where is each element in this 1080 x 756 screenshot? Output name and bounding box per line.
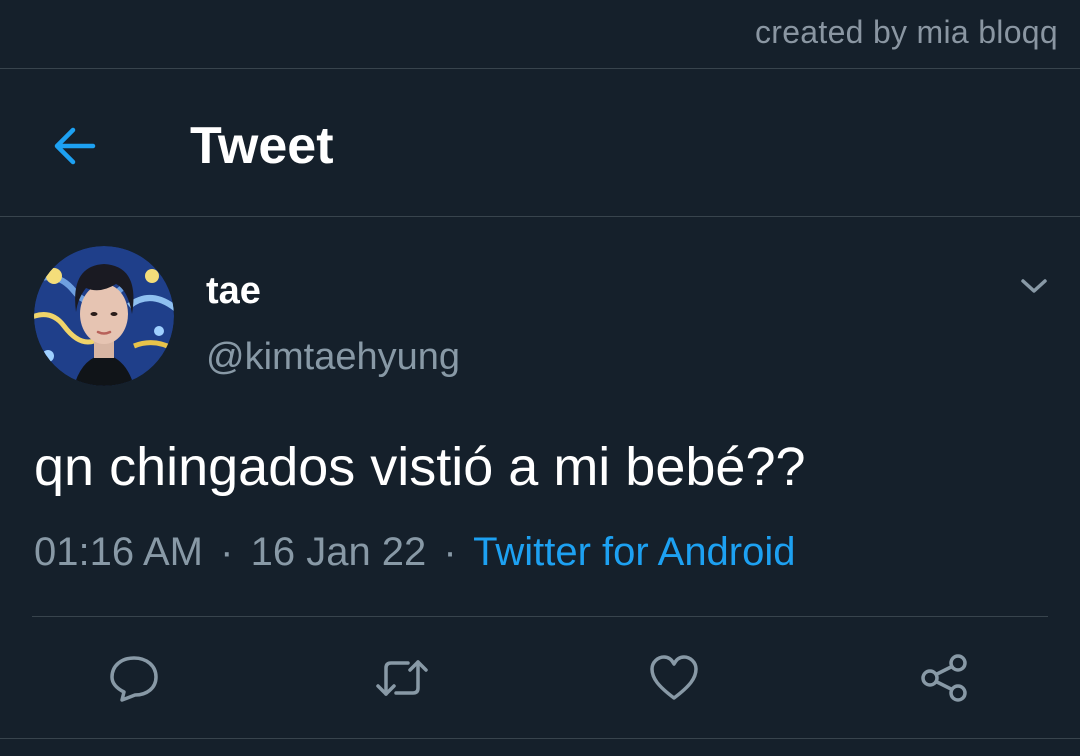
tweet-text: qn chingados vistió a mi bebé?? bbox=[34, 437, 806, 497]
avatar[interactable] bbox=[34, 246, 174, 386]
heart-icon bbox=[650, 655, 698, 700]
header-divider bbox=[0, 216, 1080, 217]
page-title: Tweet bbox=[190, 117, 334, 175]
tweet-time: 01:16 AM bbox=[34, 530, 204, 574]
author-handle[interactable]: @kimtaehyung bbox=[206, 336, 460, 379]
avatar-image bbox=[34, 246, 174, 386]
bottom-divider bbox=[0, 738, 1080, 739]
reply-icon bbox=[110, 656, 158, 702]
share-button[interactable] bbox=[916, 650, 972, 706]
tweet-source-link[interactable]: Twitter for Android bbox=[473, 530, 795, 574]
top-divider bbox=[0, 68, 1080, 69]
chevron-down-icon bbox=[1021, 279, 1047, 293]
share-icon bbox=[921, 654, 967, 702]
meta-separator: · bbox=[220, 530, 234, 574]
retweet-button[interactable] bbox=[374, 650, 430, 706]
watermark-text: created by mia bloqq bbox=[754, 14, 1058, 50]
author-display-name[interactable]: tae bbox=[206, 270, 261, 313]
reply-button[interactable] bbox=[106, 650, 162, 706]
meta-separator: · bbox=[443, 530, 457, 574]
tweet-date: 16 Jan 22 bbox=[250, 530, 427, 574]
like-button[interactable] bbox=[646, 650, 702, 706]
more-options-button[interactable] bbox=[1012, 266, 1056, 306]
arrow-left-icon bbox=[54, 127, 96, 165]
back-button[interactable] bbox=[44, 116, 104, 176]
actions-divider bbox=[32, 616, 1048, 617]
tweet-meta: 01:16 AM · 16 Jan 22 · Twitter for Andro… bbox=[34, 530, 796, 575]
retweet-icon bbox=[376, 660, 428, 696]
